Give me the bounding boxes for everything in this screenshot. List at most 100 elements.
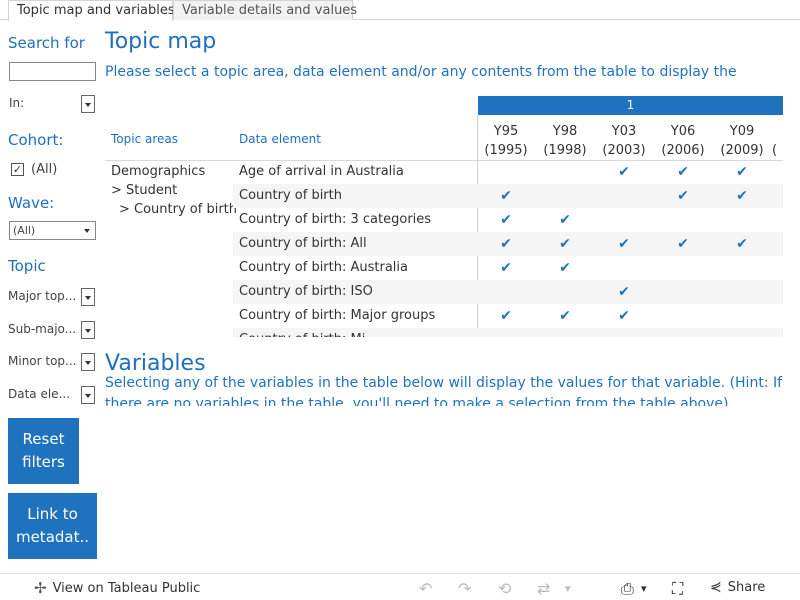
tab-variable-details[interactable]: Variable details and values	[173, 0, 357, 20]
search-input[interactable]	[9, 62, 96, 81]
wave-code: Y09	[729, 124, 755, 139]
filter-minor-topic-dropdown[interactable]	[81, 353, 95, 371]
filter-sub-major-dropdown[interactable]	[81, 321, 95, 339]
search-heading: Search for	[8, 34, 85, 52]
wave-year: (1995)	[484, 143, 528, 158]
wave-header[interactable]: Y95 (1995)	[477, 122, 535, 160]
wave-code: Y95	[493, 124, 519, 139]
check-icon[interactable]: ✔	[595, 284, 653, 300]
col-header-data-element[interactable]: Data element	[239, 132, 321, 146]
share-button[interactable]: ⋞ Share	[710, 579, 765, 595]
wave-code: Y98	[552, 124, 578, 139]
wave-header[interactable]: Y06 (2006)	[654, 122, 712, 160]
check-icon[interactable]: ✔	[595, 164, 653, 180]
check-icon[interactable]: ✔	[713, 188, 771, 204]
wave-year-partial: (	[772, 143, 778, 158]
wave-header-partial: (	[772, 122, 783, 160]
revert-icon[interactable]: ⟲	[498, 579, 511, 598]
redo-icon[interactable]: ↷	[458, 579, 471, 598]
download-icon[interactable]: ⎙	[621, 579, 634, 599]
table-row[interactable]: Country of birth: 3 categories ✔ ✔	[233, 208, 783, 232]
check-icon[interactable]: ✔	[654, 236, 712, 252]
wave-header[interactable]: Y09 (2009)	[713, 122, 771, 160]
refresh-icon[interactable]: ⇄	[537, 579, 550, 598]
data-element-label[interactable]: Country of birth: Mi...	[239, 332, 378, 337]
check-icon[interactable]: ✔	[536, 236, 594, 252]
check-icon[interactable]: ✔	[713, 164, 771, 180]
filter-major-topic-dropdown[interactable]	[81, 288, 95, 306]
wave-header[interactable]: Y98 (1998)	[536, 122, 594, 160]
fullscreen-icon[interactable]: ⛶	[672, 579, 683, 599]
table-row[interactable]: Age of arrival in Australia ✔ ✔ ✔	[233, 160, 783, 184]
table-row[interactable]: Country of birth: Mi...	[233, 328, 783, 337]
view-on-tableau-public-link[interactable]: ✢ View on Tableau Public	[34, 579, 200, 597]
check-icon[interactable]: ✔	[654, 164, 712, 180]
check-icon[interactable]: ✔	[654, 188, 712, 204]
topic-map-table: Demographics > Student > Country of birt…	[105, 160, 785, 337]
wave-select[interactable]: (All)	[9, 221, 96, 240]
filter-data-element-label: Data ele...	[8, 387, 71, 401]
check-icon[interactable]: ✔	[477, 212, 535, 228]
wave-year: (2003)	[602, 143, 646, 158]
link-label-line1: Link to	[27, 505, 78, 523]
topic-area-level3[interactable]: > Country of birth	[119, 202, 237, 217]
wave-select-value: (All)	[13, 224, 36, 237]
chevron-down-icon	[84, 229, 90, 233]
chevron-down-icon[interactable]: ▾	[565, 582, 571, 595]
tab-topic-map[interactable]: Topic map and variables	[8, 0, 175, 21]
filter-major-topic-label: Major top...	[8, 289, 77, 303]
reset-filters-button[interactable]: Reset filters	[8, 418, 79, 484]
topic-area-level1[interactable]: Demographics	[111, 164, 205, 179]
data-element-label[interactable]: Country of birth: All	[239, 236, 367, 251]
check-icon[interactable]: ✔	[477, 236, 535, 252]
view-on-tableau-label: View on Tableau Public	[52, 580, 201, 596]
data-element-label[interactable]: Country of birth: Australia	[239, 260, 408, 275]
variables-instruction: Selecting any of the variables in the ta…	[105, 373, 785, 406]
share-icon: ⋞	[710, 579, 722, 595]
col-header-topic-areas[interactable]: Topic areas	[111, 132, 178, 146]
cohort-band-header: 1	[478, 96, 783, 115]
link-to-metadata-button[interactable]: Link to metadat..	[8, 493, 97, 559]
reset-label-line2: filters	[22, 453, 65, 471]
filter-data-element-dropdown[interactable]	[81, 386, 95, 404]
topic-map-instruction: Please select a topic area, data element…	[105, 64, 737, 80]
wave-year: (2009)	[720, 143, 764, 158]
reset-label-line1: Reset	[22, 430, 65, 448]
variables-instruction-line1: Selecting any of the variables in the ta…	[105, 375, 783, 391]
table-row[interactable]: Country of birth: Australia ✔ ✔	[233, 256, 783, 280]
in-label: In:	[9, 96, 25, 110]
tableau-logo-icon: ✢	[34, 579, 47, 597]
wave-code: Y06	[670, 124, 696, 139]
data-element-label[interactable]: Country of birth	[239, 188, 342, 203]
check-icon[interactable]: ✔	[477, 260, 535, 276]
check-icon[interactable]: ✔	[595, 236, 653, 252]
check-icon[interactable]: ✔	[536, 308, 594, 324]
data-element-label[interactable]: Country of birth: Major groups	[239, 308, 435, 323]
wave-header[interactable]: Y03 (2003)	[595, 122, 653, 160]
table-row[interactable]: Country of birth ✔ ✔ ✔	[233, 184, 783, 208]
check-icon[interactable]: ✔	[595, 308, 653, 324]
wave-year: (1998)	[543, 143, 587, 158]
link-label-line2: metadat..	[15, 528, 90, 546]
cohort-option-all[interactable]: ✓ (All)	[11, 162, 57, 177]
variables-instruction-line2: there are no variables in the table, you…	[105, 396, 729, 406]
checkbox-checked-icon[interactable]: ✓	[11, 163, 24, 176]
table-row[interactable]: Country of birth: ISO ✔	[233, 280, 783, 304]
topic-area-level2[interactable]: > Student	[111, 183, 177, 198]
check-icon[interactable]: ✔	[713, 236, 771, 252]
check-icon[interactable]: ✔	[477, 188, 535, 204]
data-element-label[interactable]: Age of arrival in Australia	[239, 164, 404, 179]
wave-year: (2006)	[661, 143, 705, 158]
table-row[interactable]: Country of birth: All ✔ ✔ ✔ ✔ ✔	[233, 232, 783, 256]
undo-icon[interactable]: ↶	[419, 579, 432, 598]
chevron-down-icon[interactable]: ▾	[641, 582, 647, 595]
check-icon[interactable]: ✔	[536, 260, 594, 276]
share-label: Share	[727, 579, 766, 595]
table-row[interactable]: Country of birth: Major groups ✔ ✔ ✔	[233, 304, 783, 328]
data-element-label[interactable]: Country of birth: 3 categories	[239, 212, 431, 227]
in-dropdown[interactable]	[81, 95, 95, 113]
check-icon[interactable]: ✔	[477, 308, 535, 324]
tab-bar: Topic map and variables Variable details…	[0, 0, 800, 21]
data-element-label[interactable]: Country of birth: ISO	[239, 284, 373, 299]
check-icon[interactable]: ✔	[536, 212, 594, 228]
